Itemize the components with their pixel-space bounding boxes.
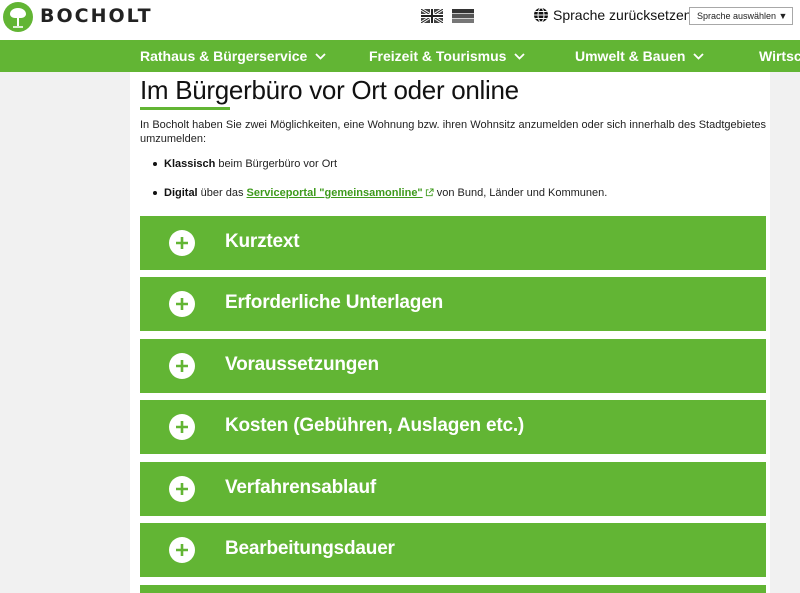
- list-item-text: von Bund, Länder und Kommunen.: [433, 187, 608, 199]
- accordion-verfahrensablauf[interactable]: Verfahrensablauf: [140, 462, 766, 516]
- reset-language-label: Sprache zurücksetzen: [553, 7, 692, 23]
- plus-circle-icon: [169, 476, 195, 502]
- external-link-icon: [425, 188, 434, 197]
- option-list: Klassisch beim Bürgerbüro vor Ort Digita…: [153, 157, 764, 215]
- chevron-down-icon: [514, 52, 526, 60]
- accordion-bearbeitungsdauer[interactable]: Bearbeitungsdauer: [140, 523, 766, 577]
- list-item-strong: Klassisch: [164, 158, 216, 170]
- list-item: Digital über das Serviceportal "gemeinsa…: [153, 186, 764, 215]
- main-navigation: Rathaus & Bürgerservice Freizeit & Touri…: [0, 40, 800, 72]
- list-item-text: über das: [197, 187, 247, 199]
- nav-item-label: Umwelt & Bauen: [575, 48, 686, 64]
- uk-flag-icon[interactable]: [421, 9, 443, 23]
- language-flags: [421, 9, 474, 23]
- list-item-text: beim Bürgerbüro vor Ort: [215, 158, 338, 170]
- accordion-label: Erforderliche Unterlagen: [225, 292, 443, 313]
- list-item-strong: Digital: [164, 187, 198, 199]
- accordion-kosten[interactable]: Kosten (Gebühren, Auslagen etc.): [140, 400, 766, 454]
- plus-circle-icon: [169, 353, 195, 379]
- title-underline: [140, 107, 230, 110]
- nav-item-wirtschaft[interactable]: Wirtsch: [759, 48, 800, 64]
- accordion-label: Kurztext: [225, 231, 300, 252]
- nav-item-freizeit[interactable]: Freizeit & Tourismus: [369, 48, 526, 64]
- accordion-label: Kosten (Gebühren, Auslagen etc.): [225, 415, 525, 436]
- nav-item-label: Freizeit & Tourismus: [369, 48, 507, 64]
- accordion-partial[interactable]: [140, 585, 766, 593]
- plus-circle-icon: [169, 291, 195, 317]
- plus-circle-icon: [169, 230, 195, 256]
- plus-circle-icon: [169, 414, 195, 440]
- chevron-down-icon: [693, 52, 705, 60]
- page-title: Im Bürgerbüro vor Ort oder online: [140, 75, 519, 105]
- nav-item-label: Rathaus & Bürgerservice: [140, 48, 308, 64]
- language-select[interactable]: Sprache auswählen ▼: [689, 7, 793, 25]
- accordion-label: Verfahrensablauf: [225, 477, 376, 498]
- accordion-label: Bearbeitungsdauer: [225, 538, 395, 559]
- brand-name[interactable]: BOCHOLT: [40, 5, 153, 27]
- nav-item-label: Wirtsch: [759, 48, 800, 64]
- accordion-unterlagen[interactable]: Erforderliche Unterlagen: [140, 277, 766, 331]
- globe-icon: [534, 7, 548, 23]
- accordion-voraussetzungen[interactable]: Voraussetzungen: [140, 339, 766, 393]
- top-header: BOCHOLT Sprache zurücksetzen Sprache aus…: [0, 0, 800, 40]
- nav-item-rathaus[interactable]: Rathaus & Bürgerservice: [140, 48, 326, 64]
- list-item: Klassisch beim Bürgerbüro vor Ort: [153, 157, 764, 186]
- accordion-kurztext[interactable]: Kurztext: [140, 216, 766, 270]
- accordion-label: Voraussetzungen: [225, 354, 379, 375]
- nav-item-umwelt[interactable]: Umwelt & Bauen: [575, 48, 705, 64]
- chevron-down-icon: [315, 52, 326, 60]
- reset-language-button[interactable]: Sprache zurücksetzen: [533, 7, 692, 23]
- plus-circle-icon: [169, 537, 195, 563]
- intro-text: In Bocholt haben Sie zwei Möglichkeiten,…: [140, 119, 766, 145]
- tree-logo-icon[interactable]: [2, 1, 34, 33]
- serviceportal-link[interactable]: Serviceportal "gemeinsamonline": [247, 187, 423, 199]
- german-flag-icon[interactable]: [452, 9, 474, 23]
